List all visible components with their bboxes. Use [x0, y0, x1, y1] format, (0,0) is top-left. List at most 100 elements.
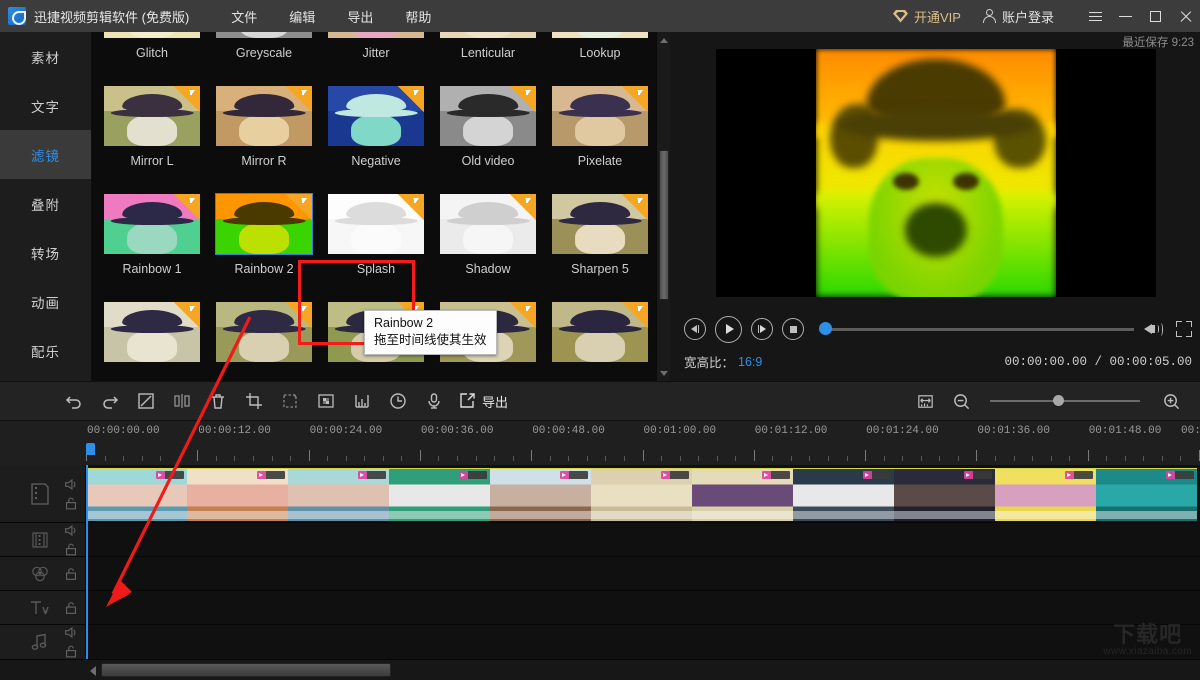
filter-item[interactable]: Pixelate [544, 80, 656, 188]
download-icon[interactable] [622, 302, 648, 328]
filter-item[interactable]: Glitch [96, 32, 208, 80]
track-video-body[interactable] [86, 465, 1200, 522]
track-video-header[interactable] [0, 465, 86, 522]
edit-button[interactable] [129, 384, 163, 418]
filter-item[interactable]: Rainbow 1 [96, 188, 208, 296]
filter-item[interactable]: Splash [320, 188, 432, 296]
track-overlay-body[interactable] [86, 523, 1200, 556]
mosaic-button[interactable] [309, 384, 343, 418]
download-icon[interactable] [174, 86, 200, 112]
lock-icon[interactable] [63, 644, 79, 660]
sidebar-item-text[interactable]: 文字 [0, 81, 91, 130]
timeline-clip[interactable] [591, 469, 692, 521]
play-button[interactable] [715, 315, 742, 343]
export-button[interactable]: 导出 [451, 384, 514, 418]
sidebar-item-filter[interactable]: 滤镜 [0, 130, 91, 179]
filter-panel-scrollbar[interactable] [656, 32, 670, 381]
duplicate-button[interactable] [273, 384, 307, 418]
next-frame-button[interactable] [751, 318, 773, 340]
sidebar-item-overlay[interactable]: 叠附 [0, 179, 91, 228]
download-icon[interactable] [174, 194, 200, 220]
scroll-up-button[interactable] [657, 32, 670, 48]
vip-button[interactable]: 开通VIP [893, 7, 961, 26]
menu-export[interactable]: 导出 [331, 7, 389, 26]
timeline-clip[interactable] [490, 469, 591, 521]
speaker-icon[interactable] [63, 625, 79, 641]
filter-item[interactable]: Rainbow 2 [208, 188, 320, 296]
scrollbar-thumb[interactable] [659, 150, 669, 300]
audio-wave-button[interactable] [345, 384, 379, 418]
filter-item[interactable]: Shadow [432, 188, 544, 296]
timeline-scrollbar-thumb[interactable] [101, 663, 391, 677]
playback-progress-slider[interactable] [819, 322, 1134, 335]
track-text-body[interactable] [86, 591, 1200, 624]
filter-item[interactable] [208, 296, 320, 381]
aspect-ratio-value[interactable]: 16:9 [738, 355, 762, 369]
download-icon[interactable] [286, 194, 312, 220]
fit-to-window-button[interactable] [908, 384, 942, 418]
track-text-header[interactable] [0, 591, 86, 624]
delete-button[interactable] [201, 384, 235, 418]
fullscreen-icon[interactable] [1176, 321, 1192, 337]
download-icon[interactable] [398, 194, 424, 220]
minimize-button[interactable] [1110, 0, 1140, 32]
menu-file[interactable]: 文件 [215, 7, 273, 26]
zoom-in-button[interactable] [1154, 384, 1188, 418]
speaker-icon[interactable] [63, 476, 79, 492]
timeline-ruler[interactable]: 00:00:00.00 00:00:12.00 00:00:24.00 00:00:3… [0, 421, 1200, 465]
track-overlay-header[interactable] [0, 523, 86, 556]
crop-button[interactable] [237, 384, 271, 418]
download-icon[interactable] [622, 86, 648, 112]
filter-item[interactable]: Mirror L [96, 80, 208, 188]
hamburger-menu-button[interactable] [1080, 0, 1110, 32]
download-icon[interactable] [510, 302, 536, 328]
split-button[interactable] [165, 384, 199, 418]
timeline-clip[interactable] [288, 469, 389, 521]
download-icon[interactable] [174, 302, 200, 328]
timeline-clip[interactable] [187, 469, 288, 521]
download-icon[interactable] [398, 86, 424, 112]
zoom-slider[interactable] [990, 395, 1140, 407]
playhead-handle[interactable] [86, 443, 95, 455]
track-filter-body[interactable] [86, 557, 1200, 590]
track-music-body[interactable] [86, 625, 1200, 659]
menu-help[interactable]: 帮助 [389, 7, 447, 26]
close-button[interactable] [1170, 0, 1200, 32]
filter-item[interactable]: Negative [320, 80, 432, 188]
zoom-slider-knob[interactable] [1053, 395, 1064, 407]
lock-icon[interactable] [63, 495, 79, 511]
zoom-out-button[interactable] [944, 384, 978, 418]
timeline-clip[interactable] [86, 469, 187, 521]
stop-button[interactable] [782, 318, 804, 340]
timeline-clip[interactable] [389, 469, 490, 521]
account-login-button[interactable]: 账户登录 [982, 7, 1054, 26]
sidebar-item-animation[interactable]: 动画 [0, 277, 91, 326]
scroll-down-button[interactable] [657, 365, 670, 381]
maximize-button[interactable] [1140, 0, 1170, 32]
track-music-header[interactable] [0, 625, 86, 659]
filter-item[interactable]: Old video [432, 80, 544, 188]
lock-icon[interactable] [63, 541, 79, 557]
timeline-scrollbar[interactable] [0, 659, 1200, 680]
track-filter-header[interactable] [0, 557, 86, 590]
progress-knob[interactable] [819, 322, 832, 335]
download-icon[interactable] [286, 86, 312, 112]
volume-icon[interactable] [1144, 320, 1164, 338]
timeline-clip[interactable] [995, 469, 1096, 521]
filter-item[interactable] [544, 296, 656, 381]
redo-button[interactable] [93, 384, 127, 418]
timeline-clip[interactable] [692, 469, 793, 521]
download-icon[interactable] [286, 302, 312, 328]
sidebar-item-transition[interactable]: 转场 [0, 228, 91, 277]
duration-button[interactable] [381, 384, 415, 418]
download-icon[interactable] [622, 194, 648, 220]
filter-item[interactable]: Sharpen 5 [544, 188, 656, 296]
timeline-clip[interactable] [793, 469, 894, 521]
record-button[interactable] [417, 384, 451, 418]
timeline-clip[interactable] [894, 469, 995, 521]
filter-item[interactable]: Lenticular [432, 32, 544, 80]
timeline-clip[interactable] [1096, 469, 1197, 521]
speaker-icon[interactable] [63, 522, 79, 538]
menu-edit[interactable]: 编辑 [273, 7, 331, 26]
clip-strip[interactable] [86, 468, 1197, 521]
